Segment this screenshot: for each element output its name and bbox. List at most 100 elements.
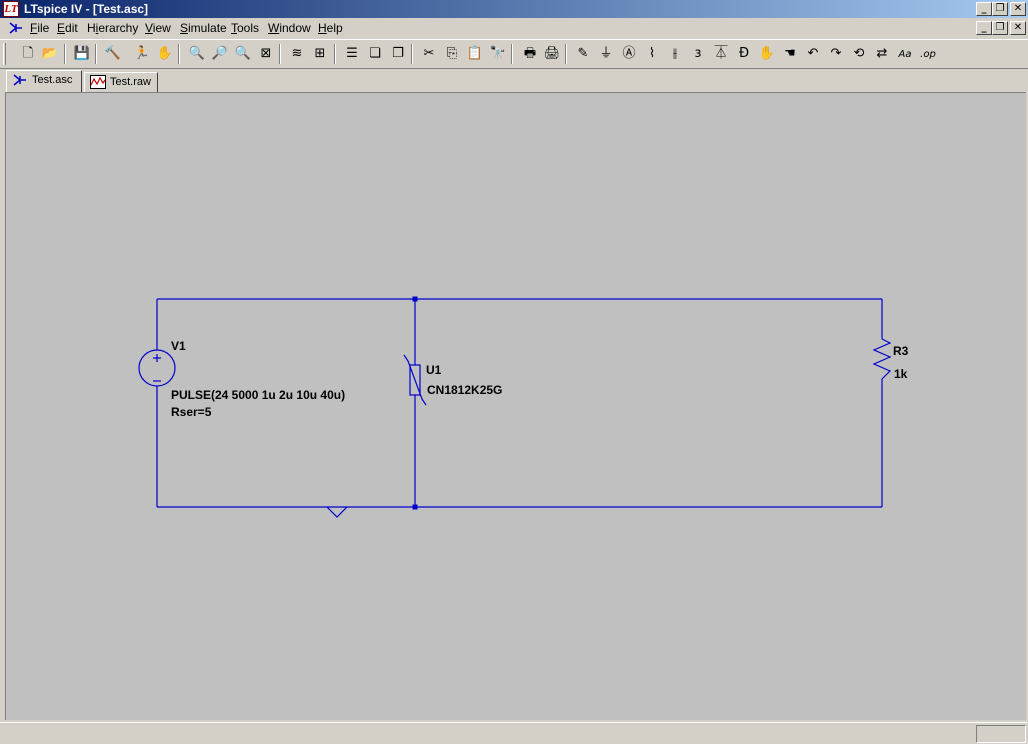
close-button[interactable]: ✕ [1010,2,1026,16]
v1-value-label[interactable]: PULSE(24 5000 1u 2u 10u 40u) [171,388,345,402]
cascade-button[interactable]: ❏ [365,44,385,64]
zoom-in-icon: 🔍 [188,46,206,61]
menu-help[interactable]: Help [318,21,343,35]
mirror-button[interactable]: ⇄ [872,44,892,64]
tile-horizontal-button[interactable]: ☰ [342,44,362,64]
redo-button[interactable]: ↷ [826,44,846,64]
inductor-button[interactable]: ɜ [688,44,708,64]
schematic-icon[interactable] [8,20,24,36]
mirror-icon: ⇄ [876,46,888,61]
tile-vertical-icon: ❐ [392,46,404,61]
control-panel-icon: 🔨 [104,46,122,61]
status-panel [976,725,1026,743]
u1-value-label[interactable]: CN1812K25G [427,383,502,397]
text-icon: Aa [898,49,912,60]
menu-file[interactable]: File [30,21,49,35]
tab-test-raw[interactable]: Test.raw [84,72,158,92]
zoom-fit-button[interactable]: ⊠ [256,44,276,64]
grid-icon: ⊞ [314,46,326,61]
copy-button[interactable]: ⎘ [442,44,462,64]
toolbar: 🗋 📂 💾 🔨 🏃 ✋ 🔍 🔎 🔍 ⊠ ≋ ⊞ ☰ ❏ ❐ ✂ ⎘ 📋 🔭 🖶 🖨 ✎ ⏚ Ⓐ ⌇ ⫲ ɜ ⏄ Ð ✋ ☚ ↶ ↷ ⟲ ⇄ Aa .op [0,39,1028,69]
print-button[interactable]: 🖨 [542,44,562,64]
toolbar-grip[interactable] [3,43,6,65]
resistor-r3-symbol [872,338,892,380]
junction-dot [412,504,418,510]
print-preview-button[interactable]: 🖶 [520,44,540,64]
menu-window[interactable]: Window [268,21,311,35]
component-button[interactable]: Ð [734,44,754,64]
doc-restore-button[interactable]: ❐ [992,21,1008,35]
inductor-icon: ɜ [694,46,702,61]
junction-dot [412,296,418,302]
tab-test-asc[interactable]: Test.asc [6,70,82,92]
menu-hierarchy[interactable]: Hierarchy [87,21,138,35]
r3-value-label[interactable]: 1k [894,367,908,381]
toolbar-separator [511,44,513,64]
label-net-icon: Ⓐ [622,46,636,61]
document-tabs: Test.asc Test.raw [0,70,1028,92]
find-button[interactable]: 🔭 [488,44,508,64]
draw-wire-icon: ✎ [577,46,589,61]
tile-vertical-button[interactable]: ❐ [388,44,408,64]
resistor-button[interactable]: ⌇ [642,44,662,64]
find-icon: 🔭 [489,46,507,61]
ground-icon: ⏚ [599,46,613,61]
zoom-out-button[interactable]: 🔍 [233,44,253,64]
drag-icon: ☚ [784,46,796,61]
toolbar-separator [411,44,413,64]
doc-minimize-button[interactable]: _ [976,21,992,35]
menu-view[interactable]: View [145,21,171,35]
doc-close-button[interactable]: ✕ [1010,21,1026,35]
undo-button[interactable]: ↶ [803,44,823,64]
capacitor-button[interactable]: ⫲ [665,44,685,64]
status-bar [0,722,1028,744]
v1-extra-label[interactable]: Rser=5 [171,405,212,419]
paste-button[interactable]: 📋 [465,44,485,64]
open-button[interactable]: 📂 [40,44,60,64]
text-button[interactable]: Aa [895,44,915,64]
r3-ref-label[interactable]: R3 [893,344,909,358]
control-panel-button[interactable]: 🔨 [103,44,123,64]
cascade-icon: ❏ [369,46,381,61]
schematic-drawing: V1 PULSE(24 5000 1u 2u 10u 40u) Rser=5 U… [138,296,909,518]
move-button[interactable]: ✋ [757,44,777,64]
copy-icon: ⎘ [446,46,458,61]
pan-button[interactable]: 🔎 [210,44,230,64]
restore-button[interactable]: ❐ [992,2,1008,16]
run-button[interactable]: 🏃 [132,44,152,64]
ltspice-logo-icon[interactable]: LT [3,1,19,17]
grid-button[interactable]: ⊞ [310,44,330,64]
print-icon: 🖨 [543,46,561,61]
capacitor-icon: ⫲ [672,46,678,61]
menu-simulate[interactable]: Simulate [180,21,227,35]
cut-icon: ✂ [423,46,435,61]
label-net-button[interactable]: Ⓐ [619,44,639,64]
ground-button[interactable]: ⏚ [596,44,616,64]
diode-button[interactable]: ⏄ [711,44,731,64]
diode-icon: ⏄ [714,46,728,61]
zoom-in-button[interactable]: 🔍 [187,44,207,64]
autorange-button[interactable]: ≋ [287,44,307,64]
rotate-button[interactable]: ⟲ [849,44,869,64]
draw-wire-button[interactable]: ✎ [573,44,593,64]
menu-bar: File Edit Hierarchy View Simulate Tools … [0,18,1028,38]
halt-button[interactable]: ✋ [155,44,175,64]
minimize-button[interactable]: _ [976,2,992,16]
spice-directive-button[interactable]: .op [918,44,938,64]
schematic-icon [13,74,26,86]
u1-ref-label[interactable]: U1 [426,363,442,377]
tab-label: Test.asc [32,74,73,86]
toolbar-separator [178,44,180,64]
menu-tools[interactable]: Tools [231,21,259,35]
new-schematic-button[interactable]: 🗋 [18,44,38,64]
cut-button[interactable]: ✂ [419,44,439,64]
v1-ref-label[interactable]: V1 [171,339,186,353]
component-icon: Ð [738,46,750,61]
schematic-canvas[interactable]: V1 PULSE(24 5000 1u 2u 10u 40u) Rser=5 U… [5,92,1026,720]
window-title: LTspice IV - [Test.asc] [24,2,149,16]
save-button[interactable]: 💾 [72,44,92,64]
plus-sign [153,354,161,362]
zoom-out-icon: 🔍 [234,46,252,61]
drag-button[interactable]: ☚ [780,44,800,64]
menu-edit[interactable]: Edit [57,21,78,35]
